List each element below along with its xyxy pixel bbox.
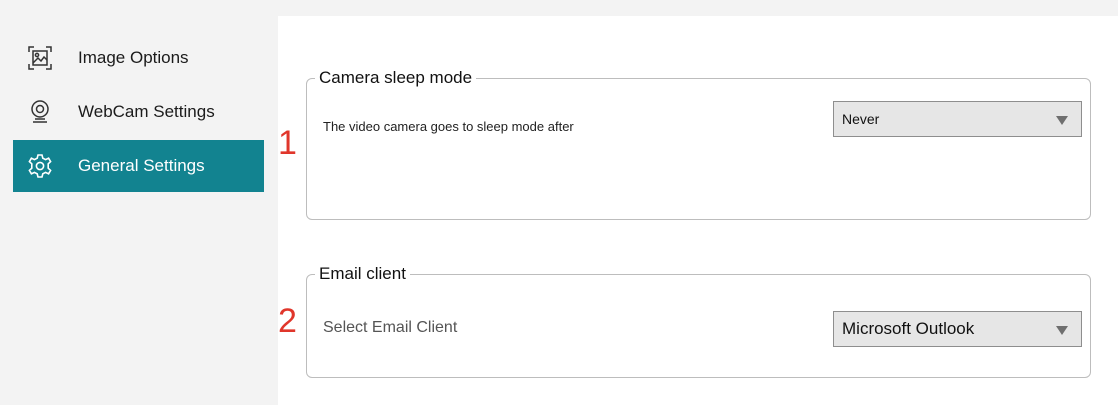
camera-sleep-mode-group: Camera sleep mode The video camera goes … [306, 68, 1091, 220]
webcam-icon [27, 99, 53, 125]
top-bar [0, 0, 1118, 16]
sidebar-item-image-options[interactable]: Image Options [13, 32, 264, 84]
sidebar: Image Options WebCam Settings General Se… [0, 16, 278, 405]
email-client-select[interactable]: Microsoft Outlook [833, 311, 1082, 347]
chevron-down-icon [1056, 116, 1068, 125]
group-title: Email client [315, 264, 410, 284]
sidebar-item-webcam-settings[interactable]: WebCam Settings [13, 86, 264, 138]
sidebar-item-general-settings[interactable]: General Settings [13, 140, 264, 192]
sidebar-item-label: General Settings [78, 156, 205, 175]
group-title: Camera sleep mode [315, 68, 477, 88]
annotation-marker-2: 2 [278, 302, 297, 340]
select-value: Never [842, 111, 880, 127]
gear-icon [27, 153, 53, 179]
image-icon [27, 45, 53, 71]
select-value: Microsoft Outlook [842, 319, 975, 338]
sleep-mode-select[interactable]: Never [833, 101, 1082, 137]
annotation-marker-1: 1 [278, 124, 297, 162]
chevron-down-icon [1056, 326, 1068, 335]
sleep-mode-label: The video camera goes to sleep mode afte… [323, 119, 574, 134]
email-client-group: Email client Select Email Client Microso… [306, 264, 1091, 378]
email-client-label: Select Email Client [323, 319, 458, 336]
sidebar-item-label: Image Options [78, 48, 189, 67]
sidebar-item-label: WebCam Settings [78, 102, 215, 121]
settings-panel: 1 Camera sleep mode The video camera goe… [278, 16, 1118, 405]
